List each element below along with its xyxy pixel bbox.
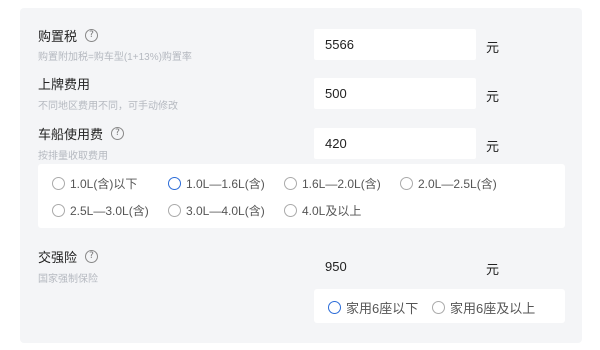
displacement-option[interactable]: 1.0L(含)以下 — [52, 175, 137, 192]
license-fee-title: 上牌费用 — [38, 77, 91, 92]
radio-icon[interactable] — [432, 301, 445, 314]
radio-icon[interactable] — [284, 204, 297, 217]
displacement-option[interactable]: 1.6L—2.0L(含) — [284, 175, 381, 192]
license-fee-unit: 元 — [486, 89, 500, 104]
option-label: 家用6座以下 — [346, 301, 419, 316]
option-label: 4.0L及以上 — [302, 204, 362, 218]
radio-selected-icon[interactable] — [168, 177, 181, 190]
help-icon[interactable]: ? — [111, 127, 125, 140]
seat-options: 家用6座以下 家用6座及以上 — [314, 289, 565, 323]
option-label: 1.0L(含)以下 — [70, 177, 138, 191]
option-label: 2.0L—2.5L(含) — [418, 177, 497, 191]
purchase-tax-subtitle: 购置附加税=购车型(1+13%)购置率 — [38, 52, 192, 63]
compulsory-insurance-title: 交强险 — [38, 250, 78, 265]
vehicle-tax-input[interactable]: 420 — [314, 128, 476, 159]
license-fee-subtitle: 不同地区费用不同，可手动修改 — [38, 101, 178, 112]
radio-icon[interactable] — [168, 204, 181, 217]
option-label: 家用6座及以上 — [450, 301, 536, 316]
compulsory-insurance-subtitle: 国家强制保险 — [38, 274, 98, 285]
compulsory-insurance-label: 交强险 ? — [38, 247, 99, 266]
vehicle-tax-title: 车船使用费 — [38, 127, 104, 142]
vehicle-tax-unit: 元 — [486, 139, 500, 154]
seat-option[interactable]: 家用6座以下 — [328, 298, 418, 317]
displacement-option[interactable]: 3.0L—4.0L(含) — [168, 202, 265, 219]
purchase-tax-unit: 元 — [486, 40, 500, 55]
radio-selected-icon[interactable] — [328, 301, 341, 314]
help-icon[interactable]: ? — [85, 250, 99, 263]
compulsory-insurance-value: 950 — [325, 259, 347, 274]
license-fee-input[interactable]: 500 — [314, 78, 476, 109]
displacement-option[interactable]: 1.0L—1.6L(含) — [168, 175, 265, 192]
option-label: 3.0L—4.0L(含) — [186, 204, 265, 218]
vehicle-tax-subtitle: 按排量收取费用 — [38, 151, 108, 162]
help-icon[interactable]: ? — [85, 29, 99, 42]
displacement-option[interactable]: 4.0L及以上 — [284, 202, 361, 219]
radio-icon[interactable] — [400, 177, 413, 190]
radio-icon[interactable] — [284, 177, 297, 190]
purchase-tax-label: 购置税 ? — [38, 26, 99, 45]
option-label: 2.5L—3.0L(含) — [70, 204, 149, 218]
radio-icon[interactable] — [52, 204, 65, 217]
displacement-option[interactable]: 2.5L—3.0L(含) — [52, 202, 149, 219]
radio-icon[interactable] — [52, 177, 65, 190]
seat-option[interactable]: 家用6座及以上 — [432, 298, 535, 317]
option-label: 1.6L—2.0L(含) — [302, 177, 381, 191]
compulsory-insurance-unit: 元 — [486, 262, 500, 277]
vehicle-tax-label: 车船使用费 ? — [38, 124, 125, 143]
license-fee-label: 上牌费用 — [38, 74, 90, 93]
option-label: 1.0L—1.6L(含) — [186, 177, 265, 191]
displacement-option[interactable]: 2.0L—2.5L(含) — [400, 175, 497, 192]
purchase-tax-input[interactable]: 5566 — [314, 29, 476, 60]
purchase-tax-title: 购置税 — [38, 29, 78, 44]
displacement-options: 1.0L(含)以下 1.0L—1.6L(含) 1.6L—2.0L(含) 2.0L… — [38, 164, 565, 228]
